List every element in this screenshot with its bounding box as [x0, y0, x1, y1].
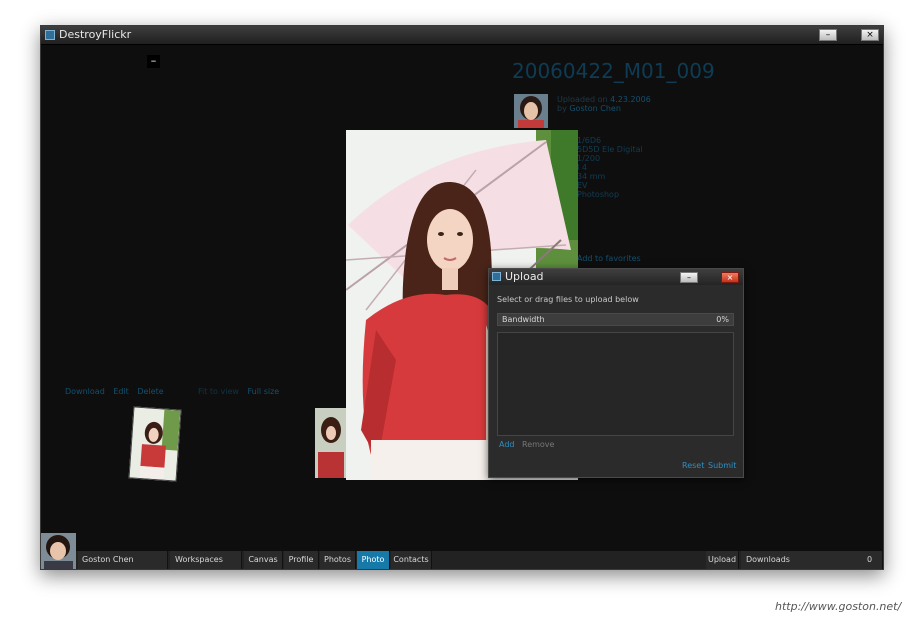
delete-link[interactable]: Delete [137, 387, 163, 396]
downloads-count: 0 [867, 555, 873, 564]
photo-title: 20060422_M01_009 [512, 59, 715, 83]
upload-dialog-title: Upload [505, 270, 544, 283]
app-window: DestroyFlickr – × – 20060422_M01_009 Upl… [40, 25, 884, 570]
tab-contacts[interactable]: Contacts [391, 551, 432, 569]
taskbar-user-name: Goston Chen [82, 555, 134, 564]
taskbar-user[interactable]: Goston Chen [78, 551, 168, 569]
exif-camera: 1/6D6 [577, 136, 602, 145]
exif-ev: EV [577, 181, 588, 190]
download-link[interactable]: Download [65, 387, 105, 396]
exif-shutter: 1/200 [577, 154, 601, 163]
title-bar[interactable]: DestroyFlickr – × [41, 26, 883, 45]
tab-profile[interactable]: Profile [284, 551, 319, 569]
upload-instruction: Select or drag files to upload below [497, 295, 639, 304]
owner-info: by Goston Chen [557, 104, 621, 113]
upload-dialog-icon [492, 272, 501, 281]
tab-photos[interactable]: Photos [320, 551, 356, 569]
view-options: Fit to view Full size [198, 387, 279, 396]
exif-aperture: I 4 [577, 163, 587, 172]
remove-files-button[interactable]: Remove [522, 440, 554, 449]
thumbnail-previous[interactable] [128, 406, 182, 482]
taskbar-downloads-button[interactable]: Downloads [741, 551, 883, 569]
uploaded-date-link[interactable]: 4.23.2006 [610, 95, 651, 104]
photo-actions: Download Edit Delete [65, 387, 170, 396]
taskbar-upload-button[interactable]: Upload [706, 551, 739, 569]
watermark: http://www.goston.net/ [775, 600, 902, 613]
close-button[interactable]: × [861, 29, 879, 41]
app-icon [45, 30, 55, 40]
upload-file-list[interactable] [497, 332, 734, 436]
uploaded-info: Uploaded on 4.23.2006 [557, 95, 651, 104]
bandwidth-percent: 0% [716, 315, 729, 324]
exif-model: 5D5D Ele Digital [577, 145, 643, 154]
bandwidth-label: Bandwidth [502, 315, 545, 324]
exif-software: Photoshop [577, 190, 620, 199]
minimize-button[interactable]: – [819, 29, 837, 41]
bandwidth-bar: Bandwidth 0% [497, 313, 734, 326]
owner-link[interactable]: Goston Chen [569, 104, 621, 113]
reset-button[interactable]: Reset [682, 461, 704, 470]
tab-canvas[interactable]: Canvas [244, 551, 283, 569]
owner-avatar[interactable] [514, 94, 548, 128]
minimize-icon[interactable]: – [680, 272, 698, 283]
submit-button[interactable]: Submit [708, 461, 736, 470]
collapse-icon[interactable]: – [147, 55, 160, 68]
close-icon[interactable]: × [721, 272, 739, 283]
tab-photo[interactable]: Photo [357, 551, 390, 569]
fit-to-view-link[interactable]: Fit to view [198, 387, 239, 396]
exif-focal: 34 mm [577, 172, 606, 181]
full-size-link[interactable]: Full size [247, 387, 279, 396]
add-to-favorites-link[interactable]: Add to favorites [577, 254, 641, 263]
upload-dialog-title-bar[interactable]: Upload – × [489, 269, 743, 285]
tab-workspaces[interactable]: Workspaces [170, 551, 242, 569]
edit-link[interactable]: Edit [113, 387, 129, 396]
thumbnail-adjacent[interactable] [315, 408, 347, 478]
add-files-button[interactable]: Add [499, 440, 515, 449]
user-avatar[interactable] [41, 533, 76, 569]
upload-dialog: Upload – × Select or drag files to uploa… [488, 268, 744, 478]
app-title: DestroyFlickr [59, 28, 132, 41]
